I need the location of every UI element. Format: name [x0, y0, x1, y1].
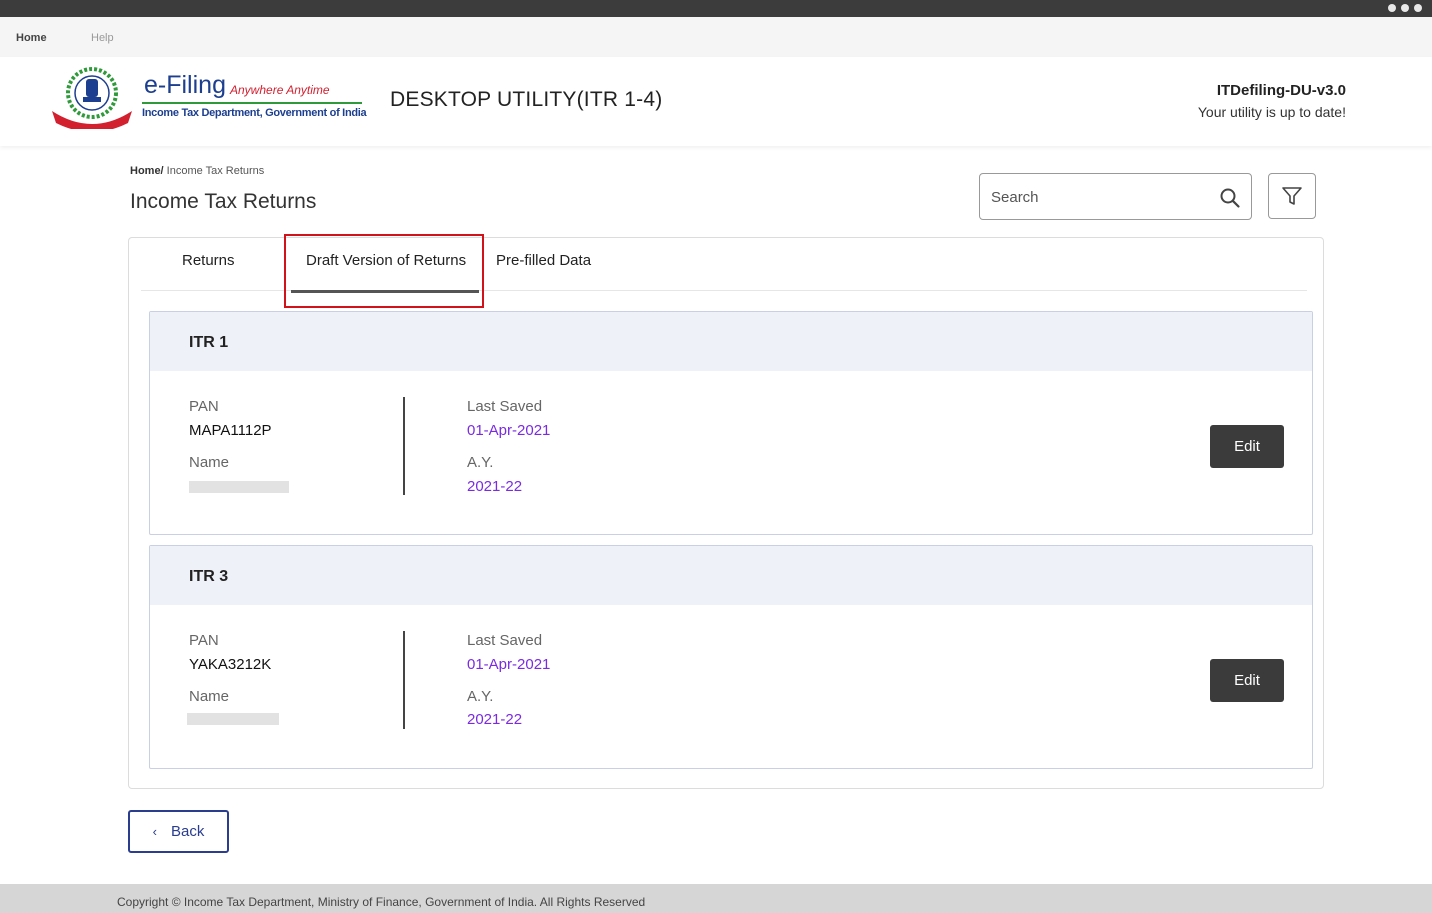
filter-button[interactable] — [1268, 173, 1316, 219]
window-titlebar — [0, 0, 1432, 17]
card-header: ITR 1 — [150, 312, 1312, 371]
back-label: Back — [170, 823, 205, 840]
window-menu-icon[interactable] — [1388, 4, 1422, 12]
version-status: Your utility is up to date! — [1197, 104, 1346, 120]
brand-name: e-Filing — [144, 71, 226, 99]
breadcrumb: Home/ Income Tax Returns — [130, 165, 264, 177]
tab-highlight-box — [284, 234, 484, 308]
ay-label: A.Y. — [467, 688, 494, 705]
dot — [1388, 4, 1396, 12]
app-header: e-Filing Anywhere Anytime Income Tax Dep… — [0, 57, 1432, 146]
form-name: ITR 3 — [189, 568, 229, 585]
name-redacted — [189, 481, 289, 493]
pan-label: PAN — [189, 398, 219, 415]
brand-tagline: Anywhere Anytime — [230, 83, 330, 97]
return-card: ITR 1 PAN MAPA1112P Name Last Saved 01-A… — [149, 311, 1313, 535]
search-input[interactable] — [991, 186, 1211, 208]
chevron-left-icon: ‹ — [152, 824, 157, 839]
breadcrumb-home[interactable]: Home/ — [130, 165, 164, 177]
brand-subtitle: Income Tax Department, Government of Ind… — [142, 107, 367, 119]
back-button[interactable]: ‹ Back — [128, 810, 229, 853]
form-name: ITR 1 — [189, 334, 229, 351]
search-icon[interactable] — [1219, 187, 1241, 209]
menu-home[interactable]: Home — [16, 32, 47, 44]
edit-button[interactable]: Edit — [1210, 425, 1284, 468]
returns-panel: Returns Draft Version of Returns Pre-fil… — [128, 234, 1324, 789]
brand-divider — [142, 102, 362, 104]
card-divider — [403, 631, 405, 729]
menubar: Home Help — [0, 17, 1432, 57]
dot — [1414, 4, 1422, 12]
last-saved-label: Last Saved — [467, 398, 543, 415]
name-redacted — [187, 713, 279, 725]
version-label: ITDefiling-DU-v3.0 — [1216, 82, 1346, 99]
return-card: ITR 3 PAN YAKA3212K Name Last Saved 01-A… — [149, 545, 1313, 769]
breadcrumb-current: Income Tax Returns — [163, 165, 265, 177]
card-divider — [403, 397, 405, 495]
tab-returns[interactable]: Returns — [182, 252, 235, 269]
ay-label: A.Y. — [467, 454, 494, 471]
name-label: Name — [189, 688, 230, 705]
app-title: DESKTOP UTILITY(ITR 1-4) — [390, 88, 663, 111]
menu-help[interactable]: Help — [91, 32, 114, 44]
emblem-logo-icon — [52, 67, 132, 129]
page-title: Income Tax Returns — [130, 190, 317, 213]
last-saved-value: 01-Apr-2021 — [467, 422, 551, 439]
last-saved-value: 01-Apr-2021 — [467, 656, 551, 673]
copyright-text: Copyright © Income Tax Department, Minis… — [117, 895, 646, 909]
pan-label: PAN — [189, 632, 219, 649]
name-label: Name — [189, 454, 230, 471]
pan-value: MAPA1112P — [189, 422, 272, 439]
pan-value: YAKA3212K — [189, 656, 272, 673]
dot — [1401, 4, 1409, 12]
filter-icon — [1282, 187, 1302, 205]
ay-value: 2021-22 — [467, 711, 523, 728]
ay-value: 2021-22 — [467, 478, 523, 495]
footer: Copyright © Income Tax Department, Minis… — [0, 884, 1432, 913]
card-header: ITR 3 — [150, 546, 1312, 605]
edit-button[interactable]: Edit — [1210, 659, 1284, 702]
tab-prefilled-data[interactable]: Pre-filled Data — [496, 252, 591, 269]
search-box — [979, 173, 1252, 220]
last-saved-label: Last Saved — [467, 632, 543, 649]
